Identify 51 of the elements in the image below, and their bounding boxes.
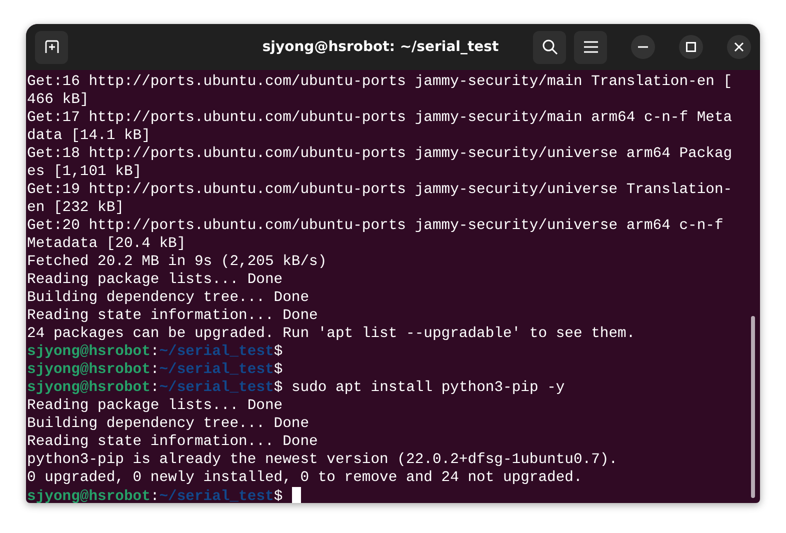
prompt-symbol: $ [274, 362, 283, 378]
maximize-button[interactable] [679, 35, 703, 59]
search-icon [542, 39, 558, 55]
output-line: Get:18 http://ports.ubuntu.com/ubuntu-ports jammy-security/universe arm64 Packag [27, 146, 732, 162]
prompt-separator: : [150, 489, 160, 503]
output-line: Building dependency tree... Done [27, 416, 310, 432]
prompt-separator: : [150, 362, 160, 378]
command-text: sudo apt install python3-pip -y [291, 380, 565, 396]
prompt-symbol: $ [274, 344, 283, 360]
new-tab-icon [44, 39, 60, 55]
scrollbar-thumb[interactable] [751, 316, 755, 498]
close-icon [734, 42, 744, 52]
prompt-user: sjyong@hsrobot [27, 362, 150, 378]
output-line: 24 packages can be upgraded. Run 'apt list --upgradable' to see them. [27, 326, 636, 342]
prompt-path: ~/serial_test [159, 489, 274, 503]
prompt-path: ~/serial_test [159, 344, 274, 360]
output-line: Fetched 20.2 MB in 9s (2,205 kB/s) [27, 254, 327, 270]
output-line: Reading package lists... Done [27, 398, 283, 414]
menu-button[interactable] [574, 30, 607, 64]
output-line: Get:16 http://ports.ubuntu.com/ubuntu-ports jammy-security/main Translation-en [ [27, 74, 732, 90]
prompt-separator: : [150, 344, 160, 360]
prompt-user: sjyong@hsrobot [27, 344, 150, 360]
prompt-separator: : [150, 380, 160, 396]
window-title: sjyong@hsrobot: ~/serial_test [261, 39, 500, 55]
minimize-button[interactable] [631, 35, 655, 59]
output-line: 466 kB] [27, 92, 89, 108]
search-button[interactable] [533, 30, 566, 64]
prompt-symbol: $ [274, 489, 283, 503]
output-line: Get:20 http://ports.ubuntu.com/ubuntu-ports jammy-security/universe arm64 c-n-f [27, 218, 724, 234]
output-line: Reading state information... Done [27, 308, 318, 324]
prompt-user: sjyong@hsrobot [27, 380, 150, 396]
output-line: Metadata [20.4 kB] [27, 236, 186, 252]
output-line: Building dependency tree... Done [27, 290, 310, 306]
prompt-path: ~/serial_test [159, 362, 274, 378]
maximize-icon [686, 42, 696, 52]
menu-icon [584, 41, 598, 53]
output-line: 0 upgraded, 0 newly installed, 0 to remove and 24 not upgraded. [27, 470, 582, 486]
minimize-icon [638, 46, 648, 48]
prompt-user: sjyong@hsrobot [27, 489, 150, 503]
output-line: Reading state information... Done [27, 434, 318, 450]
output-line: Reading package lists... Done [27, 272, 283, 288]
output-line: es [1,101 kB] [27, 164, 142, 180]
output-line: python3-pip is already the newest version (22.0.2+dfsg-1ubuntu0.7). [27, 452, 618, 468]
output-line: en [232 kB] [27, 200, 124, 216]
prompt-symbol: $ [274, 380, 283, 396]
prompt-path: ~/serial_test [159, 380, 274, 396]
output-line: Get:19 http://ports.ubuntu.com/ubuntu-ports jammy-security/universe Translation- [27, 182, 732, 198]
new-tab-button[interactable] [35, 30, 68, 64]
close-button[interactable] [727, 35, 751, 59]
output-line: data [14.1 kB] [27, 128, 150, 144]
output-line: Get:17 http://ports.ubuntu.com/ubuntu-ports jammy-security/main arm64 c-n-f Meta [27, 110, 732, 126]
